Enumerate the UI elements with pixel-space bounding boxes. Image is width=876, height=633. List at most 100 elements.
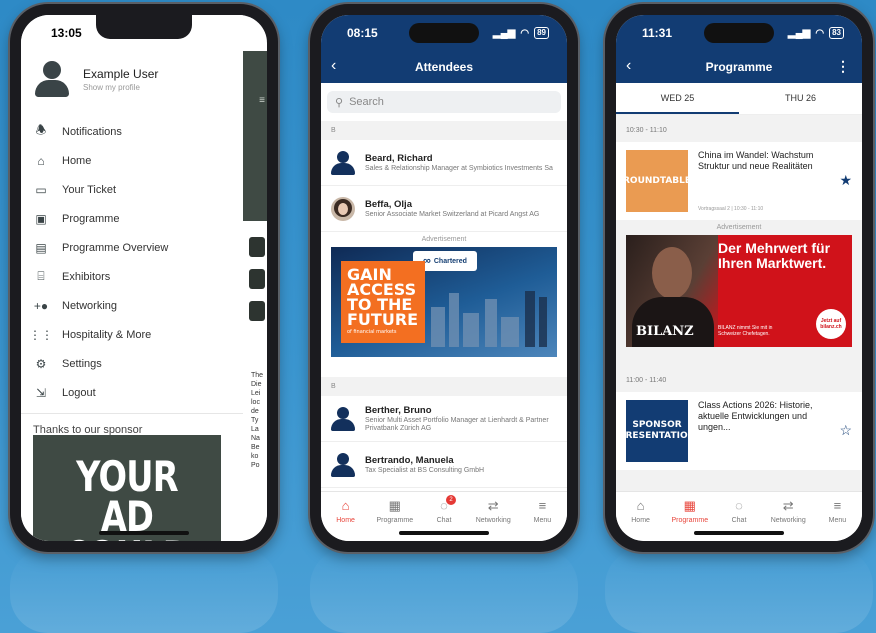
menu-item-ticket[interactable]: ▭ Your Ticket	[21, 175, 243, 204]
sponsor-ad[interactable]: YOUR AD COULD BE	[33, 435, 221, 541]
tab-wed-25[interactable]: WED 25	[616, 83, 739, 114]
section-header: B	[321, 377, 567, 396]
phone-menu-screen: ≡ The Die Lei loc de Ty La Na Be ko Po 1…	[21, 15, 267, 541]
page-title: Attendees	[414, 60, 473, 74]
back-icon[interactable]: ‹	[626, 57, 631, 75]
menu-item-exhibitors[interactable]: ⌸ Exhibitors	[21, 262, 243, 291]
ad-smallprint: BILANZ nimmt Sie mit in Schweizer Chefet…	[718, 325, 773, 337]
calendar-icon: ▣	[35, 211, 47, 226]
status-time: 13:05	[51, 26, 82, 40]
drawer-menu: 🕭 Notifications ⌂ Home ▭ Your Ticket ▣ Progr…	[21, 117, 243, 407]
avatar	[331, 452, 355, 477]
phone-reflection	[605, 548, 873, 633]
time-slot: 11:00 - 11:40	[616, 365, 862, 392]
tab-menu[interactable]: ≡ Menu	[518, 498, 567, 541]
ad-headline: Der Mehrwert für Ihren Marktwert.	[718, 240, 831, 271]
home-icon: ⌂	[636, 498, 645, 513]
session-title: China im Wandel: Wachstum Struktur und n…	[698, 150, 814, 171]
peek-icon	[249, 237, 265, 257]
attendee-job: Tax Specialist at BS Consulting GmbH	[365, 466, 485, 474]
session-card[interactable]: SPONSOR PRESENTATION Class Actions 2026:…	[616, 392, 862, 470]
section-header: B	[321, 121, 567, 140]
advertisement-banner[interactable]: ∞ Chartered GAIN ACCESS TO THE FUTURE of f…	[331, 247, 557, 357]
attendee-row[interactable]: Beffa, Olja Senior Associate Market Switz…	[321, 186, 567, 232]
ad-cta-circle: Jetzt auf bilanz.ch	[816, 309, 846, 339]
attendee-row[interactable]: Beard, Richard Sales & Relationship Manag…	[321, 140, 567, 186]
home-indicator	[99, 531, 189, 535]
avatar	[35, 61, 69, 97]
calendar-icon: ▦	[683, 498, 696, 513]
star-outline-icon[interactable]: ☆	[839, 422, 852, 439]
dynamic-island	[704, 23, 774, 43]
attendee-name: Bertrando, Manuela	[365, 454, 454, 466]
menu-item-networking[interactable]: +● Networking	[21, 291, 243, 320]
attendee-job: Senior Associate Market Switzerland at P…	[365, 210, 540, 218]
advertisement-label: Advertisement	[421, 236, 467, 243]
more-icon[interactable]: ⋮	[836, 58, 850, 75]
user-name: Example User	[83, 66, 159, 81]
menu-item-home[interactable]: ⌂ Home	[21, 146, 243, 175]
ad-subline: of financial markets	[347, 329, 397, 335]
chat-icon: ◌	[735, 498, 743, 513]
attendee-name: Beard, Richard	[365, 152, 433, 164]
phone-reflection	[10, 548, 278, 633]
add-person-icon: +●	[33, 298, 49, 313]
back-icon[interactable]: ‹	[331, 57, 336, 75]
session-thumbnail: SPONSOR PRESENTATION	[619, 400, 695, 462]
title-bar: ‹ Programme ⋮	[616, 51, 862, 83]
calendar-icon: ▤	[35, 240, 47, 255]
menu-item-programme[interactable]: ▣ Programme	[21, 204, 243, 233]
star-filled-icon[interactable]: ★	[839, 172, 852, 189]
city-skyline	[421, 287, 557, 347]
search-input[interactable]: ⚲ Search	[327, 91, 561, 113]
menu-item-settings[interactable]: ⚙ Settings	[21, 349, 243, 378]
profile-header[interactable]: Example User Show my profile	[21, 51, 243, 103]
hamburger-icon: ≡	[259, 95, 265, 106]
side-drawer: 13:05 Example User Show my profile 🕭 Noti…	[21, 15, 243, 541]
ad-headline-box: GAIN ACCESS TO THE FUTURE of financial ma…	[341, 261, 425, 343]
bank-icon: ⌸	[37, 269, 45, 283]
avatar	[331, 150, 355, 175]
attendee-row[interactable]: Berther, Bruno Senior Multi Asset Portfol…	[321, 396, 567, 442]
tab-home[interactable]: ⌂ Home	[321, 498, 370, 541]
session-title: Class Actions 2026: Historie, aktuelle E…	[698, 400, 813, 432]
swap-icon: ⇄	[782, 498, 794, 513]
phone-programme-screen: 11:31 ▂▄▆ ◠ 83 ‹ Programme ⋮ WED 25 THU 26…	[616, 15, 862, 541]
avatar	[331, 196, 355, 221]
notch	[96, 15, 192, 39]
bilanz-logo: BILANZ	[636, 324, 694, 339]
menu-item-programme-overview[interactable]: ▤ Programme Overview	[21, 233, 243, 262]
title-bar: ‹ Attendees	[321, 51, 567, 83]
time-slot: 10:30 - 11:10	[616, 115, 862, 142]
status-time: 11:31	[642, 26, 673, 40]
home-indicator	[694, 531, 784, 535]
session-card[interactable]: ROUNDTABLE China im Wandel: Wachstum Str…	[616, 142, 862, 220]
tab-menu[interactable]: ≡ Menu	[813, 498, 862, 541]
menu-item-notifications[interactable]: 🕭 Notifications	[21, 117, 243, 146]
signal-icon: ▂▄▆	[492, 27, 516, 39]
phone-menu: ≡ The Die Lei loc de Ty La Na Be ko Po 1…	[10, 4, 278, 552]
home-icon: ⌂	[341, 498, 350, 513]
ticket-icon: ▭	[35, 182, 47, 197]
bell-icon: 🕭	[35, 123, 47, 137]
menu-icon: ≡	[833, 498, 842, 513]
tab-thu-26[interactable]: THU 26	[739, 83, 862, 114]
session-room: Vortragssaal 2 | 10:30 - 11:10	[698, 206, 764, 212]
attendee-row[interactable]: Bertrando, Manuela Tax Specialist at BS C…	[321, 442, 567, 488]
phone-programme: 11:31 ▂▄▆ ◠ 83 ‹ Programme ⋮ WED 25 THU 26…	[605, 4, 873, 552]
phone-reflection	[310, 548, 578, 633]
phone-attendees: 08:15 ▂▄▆ ◠ 89 ‹ Attendees ⚲ Search B Bear…	[310, 4, 578, 552]
menu-item-hospitality[interactable]: ⋮⋮ Hospitality & More	[21, 320, 243, 349]
home-indicator	[399, 531, 489, 535]
ad-headline: GAIN ACCESS TO THE FUTURE	[347, 265, 419, 329]
tab-home[interactable]: ⌂ Home	[616, 498, 665, 541]
chat-badge: 2	[446, 495, 456, 505]
show-profile-link[interactable]: Show my profile	[83, 83, 158, 92]
session-thumbnail: ROUNDTABLE	[623, 150, 691, 212]
battery-indicator: 83	[829, 27, 844, 39]
page-title: Programme	[705, 60, 773, 74]
menu-item-logout[interactable]: ⇲ Logout	[21, 378, 243, 407]
attendee-job: Senior Multi Asset Portfolio Manager at …	[365, 416, 549, 432]
day-tabs: WED 25 THU 26	[616, 83, 862, 115]
advertisement-banner[interactable]: Der Mehrwert für Ihren Marktwert. BILANZ…	[626, 235, 852, 347]
